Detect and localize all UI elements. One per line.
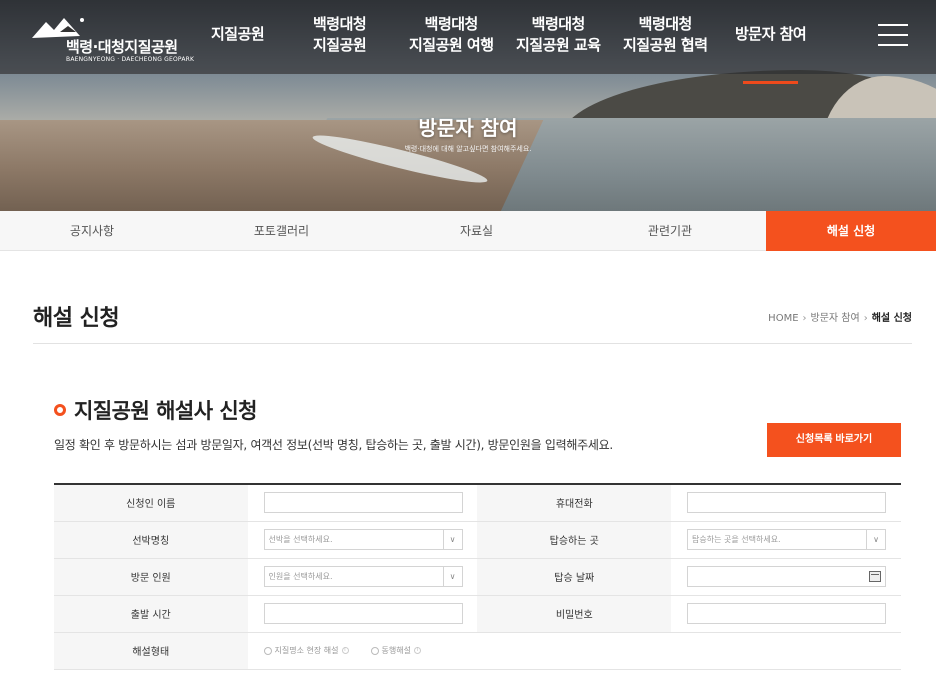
- circle-bullet-icon: [54, 404, 66, 416]
- global-navigation: 지질공원 백령대청 지질공원 백령대청 지질공원 여행 백령대청 지질공원 교육…: [0, 0, 936, 84]
- hero-subtitle: 백령·대청에 대해 알고싶다면 참여해주세요.: [404, 145, 532, 153]
- visitors-placeholder: 인원을 선택하세요.: [268, 572, 333, 581]
- guide-type-radio-group: 지질명소 현장 해설 i 동행해설 i: [263, 645, 901, 656]
- guide-type-cell: 지질명소 현장 해설 i 동행해설 i: [247, 632, 901, 670]
- ship-name-cell: 선박을 선택하세요. ∨: [247, 521, 478, 559]
- breadcrumb-current: 해설 신청: [871, 313, 912, 324]
- ship-select-placeholder: 선박을 선택하세요.: [268, 535, 333, 544]
- applicant-name-cell: [247, 484, 478, 522]
- subnav-item-resources[interactable]: 자료실: [379, 211, 574, 251]
- chevron-down-icon: ∨: [866, 530, 885, 549]
- visitors-cell: 인원을 선택하세요. ∨: [247, 558, 478, 596]
- guide-type-option-accompany[interactable]: 동행해설 i: [370, 645, 421, 656]
- hamburger-menu-icon[interactable]: [878, 24, 908, 46]
- phone-cell: [671, 484, 901, 522]
- password-label: 비밀번호: [477, 595, 672, 633]
- boarding-place-placeholder: 탑승하는 곳을 선택하세요.: [692, 535, 781, 544]
- ship-name-label: 선박명칭: [54, 521, 248, 559]
- hero-title: 방문자 참여: [418, 116, 518, 140]
- radio-button[interactable]: [263, 646, 272, 655]
- radio-button[interactable]: [370, 646, 379, 655]
- boarding-date-input[interactable]: [687, 566, 887, 587]
- info-icon[interactable]: i: [341, 647, 349, 654]
- phone-input[interactable]: [687, 492, 887, 514]
- applicant-name-label: 신청인 이름: [54, 484, 248, 522]
- subnav-item-guide-request[interactable]: 해설 신청: [766, 211, 936, 251]
- breadcrumb-home[interactable]: HOME: [768, 313, 798, 324]
- info-icon[interactable]: i: [413, 647, 421, 654]
- application-list-button[interactable]: 신청목록 바로가기: [767, 423, 901, 457]
- chevron-down-icon: ∨: [442, 530, 462, 549]
- boarding-place-select[interactable]: 탑승하는 곳을 선택하세요. ∨: [687, 529, 887, 550]
- gnb-item-label: 백령대청 지질공원 교육: [516, 15, 601, 54]
- gnb-item-label: 백령대청 지질공원 여행: [409, 15, 494, 54]
- departure-time-label: 출발 시간: [54, 595, 248, 633]
- password-cell: [671, 595, 901, 633]
- section-title: 지질공원 해설사 신청: [54, 395, 258, 425]
- gnb-item-geopark[interactable]: 지질공원: [211, 24, 265, 45]
- guide-type-label: 해설형태: [54, 632, 248, 670]
- divider: [33, 343, 912, 344]
- breadcrumb: HOME › 방문자 참여 › 해설 신청: [768, 309, 912, 324]
- gnb-item-label: 백령대청 지질공원 협력: [623, 15, 708, 54]
- applicant-name-input[interactable]: [263, 492, 463, 514]
- gnb-item-visitor-participation[interactable]: 방문자 참여: [735, 24, 807, 84]
- boarding-place-label: 탑승하는 곳: [477, 521, 672, 559]
- breadcrumb-separator-icon: ›: [802, 313, 807, 324]
- gnb-item-geopark-travel[interactable]: 백령대청 지질공원 여행: [409, 14, 494, 56]
- form-row: 출발 시간 비밀번호: [54, 595, 901, 633]
- section-title-text: 지질공원 해설사 신청: [74, 399, 258, 423]
- gnb-item-geopark-education[interactable]: 백령대청 지질공원 교육: [516, 14, 601, 56]
- page-title: 해설 신청: [33, 306, 120, 331]
- form-row: 신청인 이름 휴대전화: [54, 484, 901, 522]
- subnav-item-notice[interactable]: 공지사항: [0, 211, 184, 251]
- gnb-item-baengnyeong-geopark[interactable]: 백령대청 지질공원: [313, 14, 367, 56]
- guide-type-option-onsite[interactable]: 지질명소 현장 해설 i: [263, 645, 349, 656]
- guide-option-label: 지질명소 현장 해설: [274, 646, 339, 655]
- gnb-item-geopark-cooperation[interactable]: 백령대청 지질공원 협력: [623, 14, 708, 56]
- subnav-item-related-agencies[interactable]: 관련기관: [574, 211, 766, 251]
- visitors-select[interactable]: 인원을 선택하세요. ∨: [263, 566, 463, 587]
- boarding-date-label: 탑승 날짜: [477, 558, 672, 596]
- boarding-place-cell: 탑승하는 곳을 선택하세요. ∨: [671, 521, 901, 559]
- guide-request-form: 신청인 이름 휴대전화 선박명칭 선박을 선택하세요. ∨ 탑승하는 곳 탑승하는…: [54, 483, 901, 670]
- guide-option-label: 동행해설: [381, 646, 411, 655]
- phone-label: 휴대전화: [477, 484, 672, 522]
- boarding-date-cell: [671, 558, 901, 596]
- hero-banner: 백령·대청지질공원 BAENGNYEONG · DAECHEONG GEOPAR…: [0, 0, 936, 211]
- sub-navigation: 공지사항 포토갤러리 자료실 관련기관 해설 신청: [0, 211, 936, 251]
- form-row: 방문 인원 인원을 선택하세요. ∨ 탑승 날짜: [54, 558, 901, 596]
- subnav-item-photo-gallery[interactable]: 포토갤러리: [184, 211, 379, 251]
- section-description: 일정 확인 후 방문하시는 섬과 방문일자, 여객선 정보(선박 명칭, 탑승하…: [54, 438, 613, 452]
- calendar-icon[interactable]: [869, 571, 882, 582]
- departure-time-input[interactable]: [263, 603, 463, 624]
- chevron-down-icon: ∨: [442, 567, 462, 586]
- breadcrumb-separator-icon: ›: [863, 313, 868, 324]
- visitors-label: 방문 인원: [54, 558, 248, 596]
- gnb-item-label: 백령대청 지질공원: [313, 15, 367, 54]
- password-input[interactable]: [687, 603, 887, 624]
- departure-time-cell: [247, 595, 478, 633]
- breadcrumb-visitor-participation[interactable]: 방문자 참여: [811, 313, 860, 324]
- ship-select[interactable]: 선박을 선택하세요. ∨: [263, 529, 463, 550]
- form-row: 해설형태 지질명소 현장 해설 i 동행해설 i: [54, 632, 901, 670]
- form-row: 선박명칭 선박을 선택하세요. ∨ 탑승하는 곳 탑승하는 곳을 선택하세요. ∨: [54, 521, 901, 559]
